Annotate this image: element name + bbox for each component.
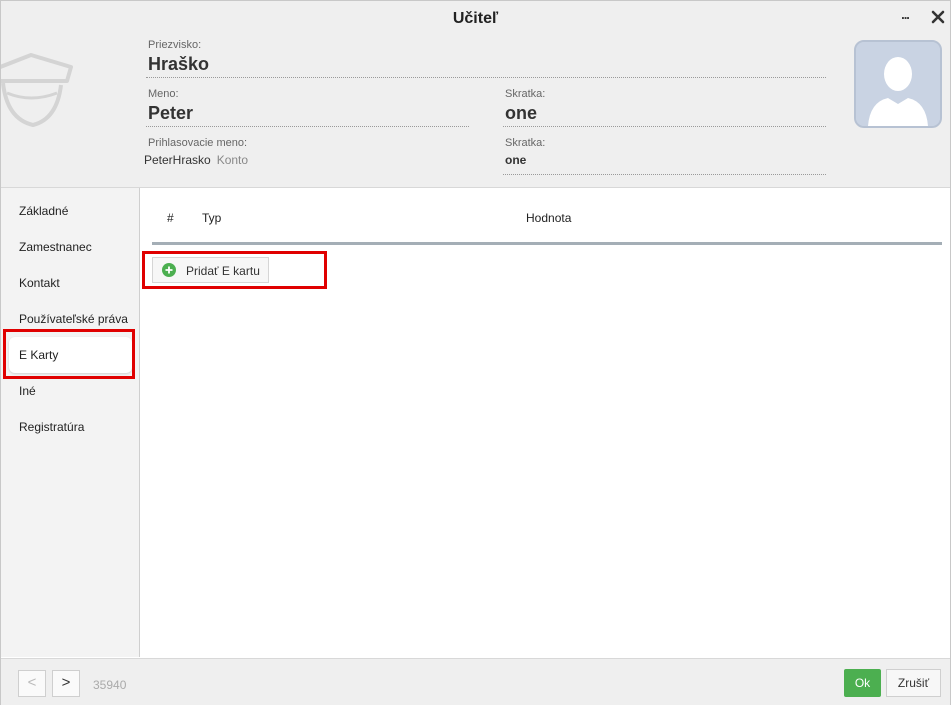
sidebar-item-kontakt[interactable]: Kontakt — [1, 265, 139, 301]
sidebar-item-zakladne[interactable]: Základné — [1, 193, 139, 229]
account-link[interactable]: Konto — [217, 153, 248, 167]
teacher-dialog: Učiteľ ... Priezvisko: Hraško Meno: Pete… — [0, 0, 951, 705]
column-header-type: Typ — [202, 211, 222, 225]
plus-circle-icon — [162, 263, 176, 277]
avatar[interactable] — [854, 40, 942, 128]
cancel-button[interactable]: Zrušiť — [886, 669, 941, 697]
teacher-cap-icon — [1, 53, 73, 128]
sidebar-item-e-karty[interactable]: E Karty — [9, 337, 132, 373]
sidebar-item-pouzivatelske-prava[interactable]: Používateľské práva — [1, 301, 139, 337]
first-name-value: Peter — [148, 103, 194, 123]
e-cards-panel: # Typ Hodnota Pridať E kartu — [140, 188, 950, 657]
abbrev2-value: one — [505, 153, 527, 167]
abbrev2-divider — [503, 174, 826, 175]
more-options-button[interactable]: ... — [897, 7, 913, 27]
sidebar: Základné Zamestnanec Kontakt Používateľs… — [1, 188, 140, 657]
sidebar-item-registratura[interactable]: Registratúra — [1, 409, 139, 445]
abbrev-divider — [503, 126, 826, 127]
login-value: PeterHrasko — [144, 153, 211, 167]
first-name-label: Meno: — [148, 88, 179, 100]
sidebar-item-zamestnanec[interactable]: Zamestnanec — [1, 229, 139, 265]
dialog-footer: < > 35940 Ok Zrušiť — [1, 658, 950, 705]
surname-value: Hraško — [148, 54, 210, 74]
abbrev2-label: Skratka: — [505, 137, 546, 149]
surname-divider — [146, 77, 826, 78]
login-row: PeterHrasko Konto — [144, 153, 248, 167]
close-icon — [931, 10, 945, 24]
person-silhouette-icon — [856, 42, 940, 126]
login-label: Prihlasovacie meno: — [148, 137, 248, 149]
add-e-card-label: Pridať E kartu — [186, 264, 260, 278]
first-name-divider — [146, 126, 469, 127]
column-header-value: Hodnota — [526, 211, 572, 225]
table-header-divider — [152, 242, 942, 245]
title-bar: Učiteľ ... — [1, 1, 950, 35]
close-button[interactable] — [929, 8, 947, 26]
column-header-number: # — [167, 211, 174, 225]
next-record-button[interactable]: > — [52, 670, 80, 697]
previous-record-button[interactable]: < — [18, 670, 46, 697]
ok-button[interactable]: Ok — [844, 669, 881, 697]
abbrev-label: Skratka: — [505, 88, 546, 100]
record-id: 35940 — [93, 678, 127, 692]
add-e-card-button[interactable]: Pridať E kartu — [152, 257, 269, 283]
sidebar-item-ine[interactable]: Iné — [1, 373, 139, 409]
surname-label: Priezvisko: — [148, 39, 202, 51]
dialog-title: Učiteľ — [452, 10, 499, 27]
person-header: Priezvisko: Hraško Meno: Peter Skratka: … — [1, 35, 950, 188]
abbrev-value: one — [505, 103, 538, 123]
